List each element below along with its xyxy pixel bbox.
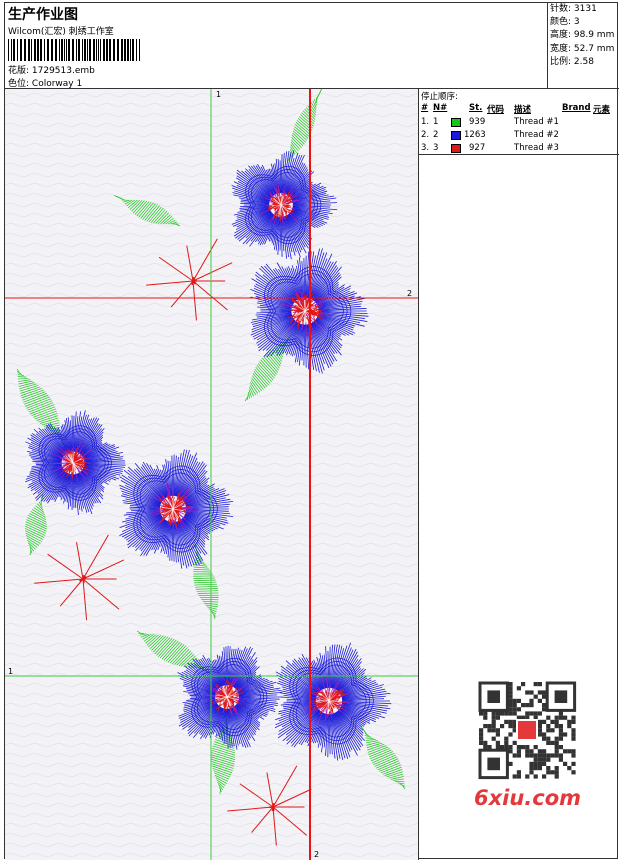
row-stitches: 1263: [464, 130, 486, 140]
sheet-header: 生产作业图 Wilcom(汇宏) 刺绣工作室 花版: 1729513.emb 色…: [5, 3, 548, 89]
stat-value: 98.9 mm: [573, 30, 615, 41]
guide-label-red-bottom: 2: [314, 850, 319, 859]
row-index: 2.: [421, 130, 430, 140]
stop-row: 2. 2 1263 Thread #2: [419, 129, 619, 142]
colorway-label: 色位:: [8, 79, 32, 89]
stop-sequence-panel: 停止顺序: # N# St. 代码 描述 Brand 元素 1. 1 939 T…: [419, 89, 619, 155]
col-hash: #: [421, 103, 429, 113]
row-index: 1.: [421, 117, 430, 127]
qr-code-icon: [465, 674, 585, 784]
stat-value: 2.58: [573, 56, 594, 67]
stop-row: 3. 3 927 Thread #3: [419, 142, 619, 155]
stop-sequence-header: # N# St. 代码 描述 Brand 元素: [419, 103, 619, 116]
row-description: Thread #1: [514, 117, 559, 127]
stat-label: 针数:: [550, 4, 574, 14]
col-description: 描述: [514, 105, 532, 115]
color-swatch: [451, 131, 461, 140]
stat-value: 52.7 mm: [573, 43, 615, 54]
barcode-icon: [8, 39, 140, 61]
design-stats: 针数: 3131 颜色: 3 高度: 98.9 mm 宽度: 52.7 mm 比…: [548, 3, 619, 89]
col-needle: N#: [433, 103, 448, 113]
page-title: 生产作业图: [8, 7, 78, 23]
embroidery-preview: 1 1 2 2: [5, 89, 418, 860]
stat-scale: 比例: 2.58: [548, 56, 619, 69]
color-swatch: [451, 144, 461, 153]
stat-label: 比例:: [550, 56, 574, 67]
guide-label-green-left: 1: [8, 667, 13, 676]
guide-label-green-top: 1: [216, 90, 221, 99]
design-file-value: 1729513.emb: [31, 66, 95, 76]
stat-colors: 颜色: 3: [548, 16, 619, 29]
stat-width: 宽度: 52.7 mm: [548, 43, 619, 56]
design-canvas: 1 1 2 2: [5, 89, 419, 860]
row-needle: 3: [433, 143, 439, 153]
watermark-text: 6xiu.com: [474, 786, 582, 810]
guide-label-red-right: 2: [407, 289, 412, 298]
stat-value: 3131: [573, 4, 597, 14]
row-stitches: 939: [469, 117, 486, 127]
stat-value: 3: [573, 17, 580, 28]
stat-label: 宽度:: [550, 43, 574, 54]
row-index: 3.: [421, 143, 430, 153]
stat-stitches: 针数: 3131: [548, 3, 619, 16]
colorway-value: Colorway 1: [31, 79, 83, 89]
col-element: 元素: [593, 105, 611, 115]
design-file-label: 花版:: [8, 66, 32, 76]
col-brand: Brand: [562, 103, 591, 113]
col-code: 代码: [487, 105, 505, 115]
row-stitches: 927: [469, 143, 486, 153]
colorway-line: 色位: Colorway 1: [8, 76, 82, 89]
stat-label: 高度:: [550, 30, 574, 41]
row-description: Thread #3: [514, 143, 559, 153]
row-needle: 1: [433, 117, 439, 127]
row-needle: 2: [433, 130, 439, 140]
design-file-line: 花版: 1729513.emb: [8, 63, 95, 76]
row-description: Thread #2: [514, 130, 559, 140]
stop-sequence-title: 停止顺序:: [421, 92, 458, 102]
stat-label: 颜色:: [550, 17, 574, 28]
company-name: Wilcom(汇宏) 刺绣工作室: [8, 27, 114, 37]
stop-row: 1. 1 939 Thread #1: [419, 116, 619, 129]
col-stitches: St.: [469, 103, 483, 113]
stat-height: 高度: 98.9 mm: [548, 29, 619, 42]
color-swatch: [451, 118, 461, 127]
